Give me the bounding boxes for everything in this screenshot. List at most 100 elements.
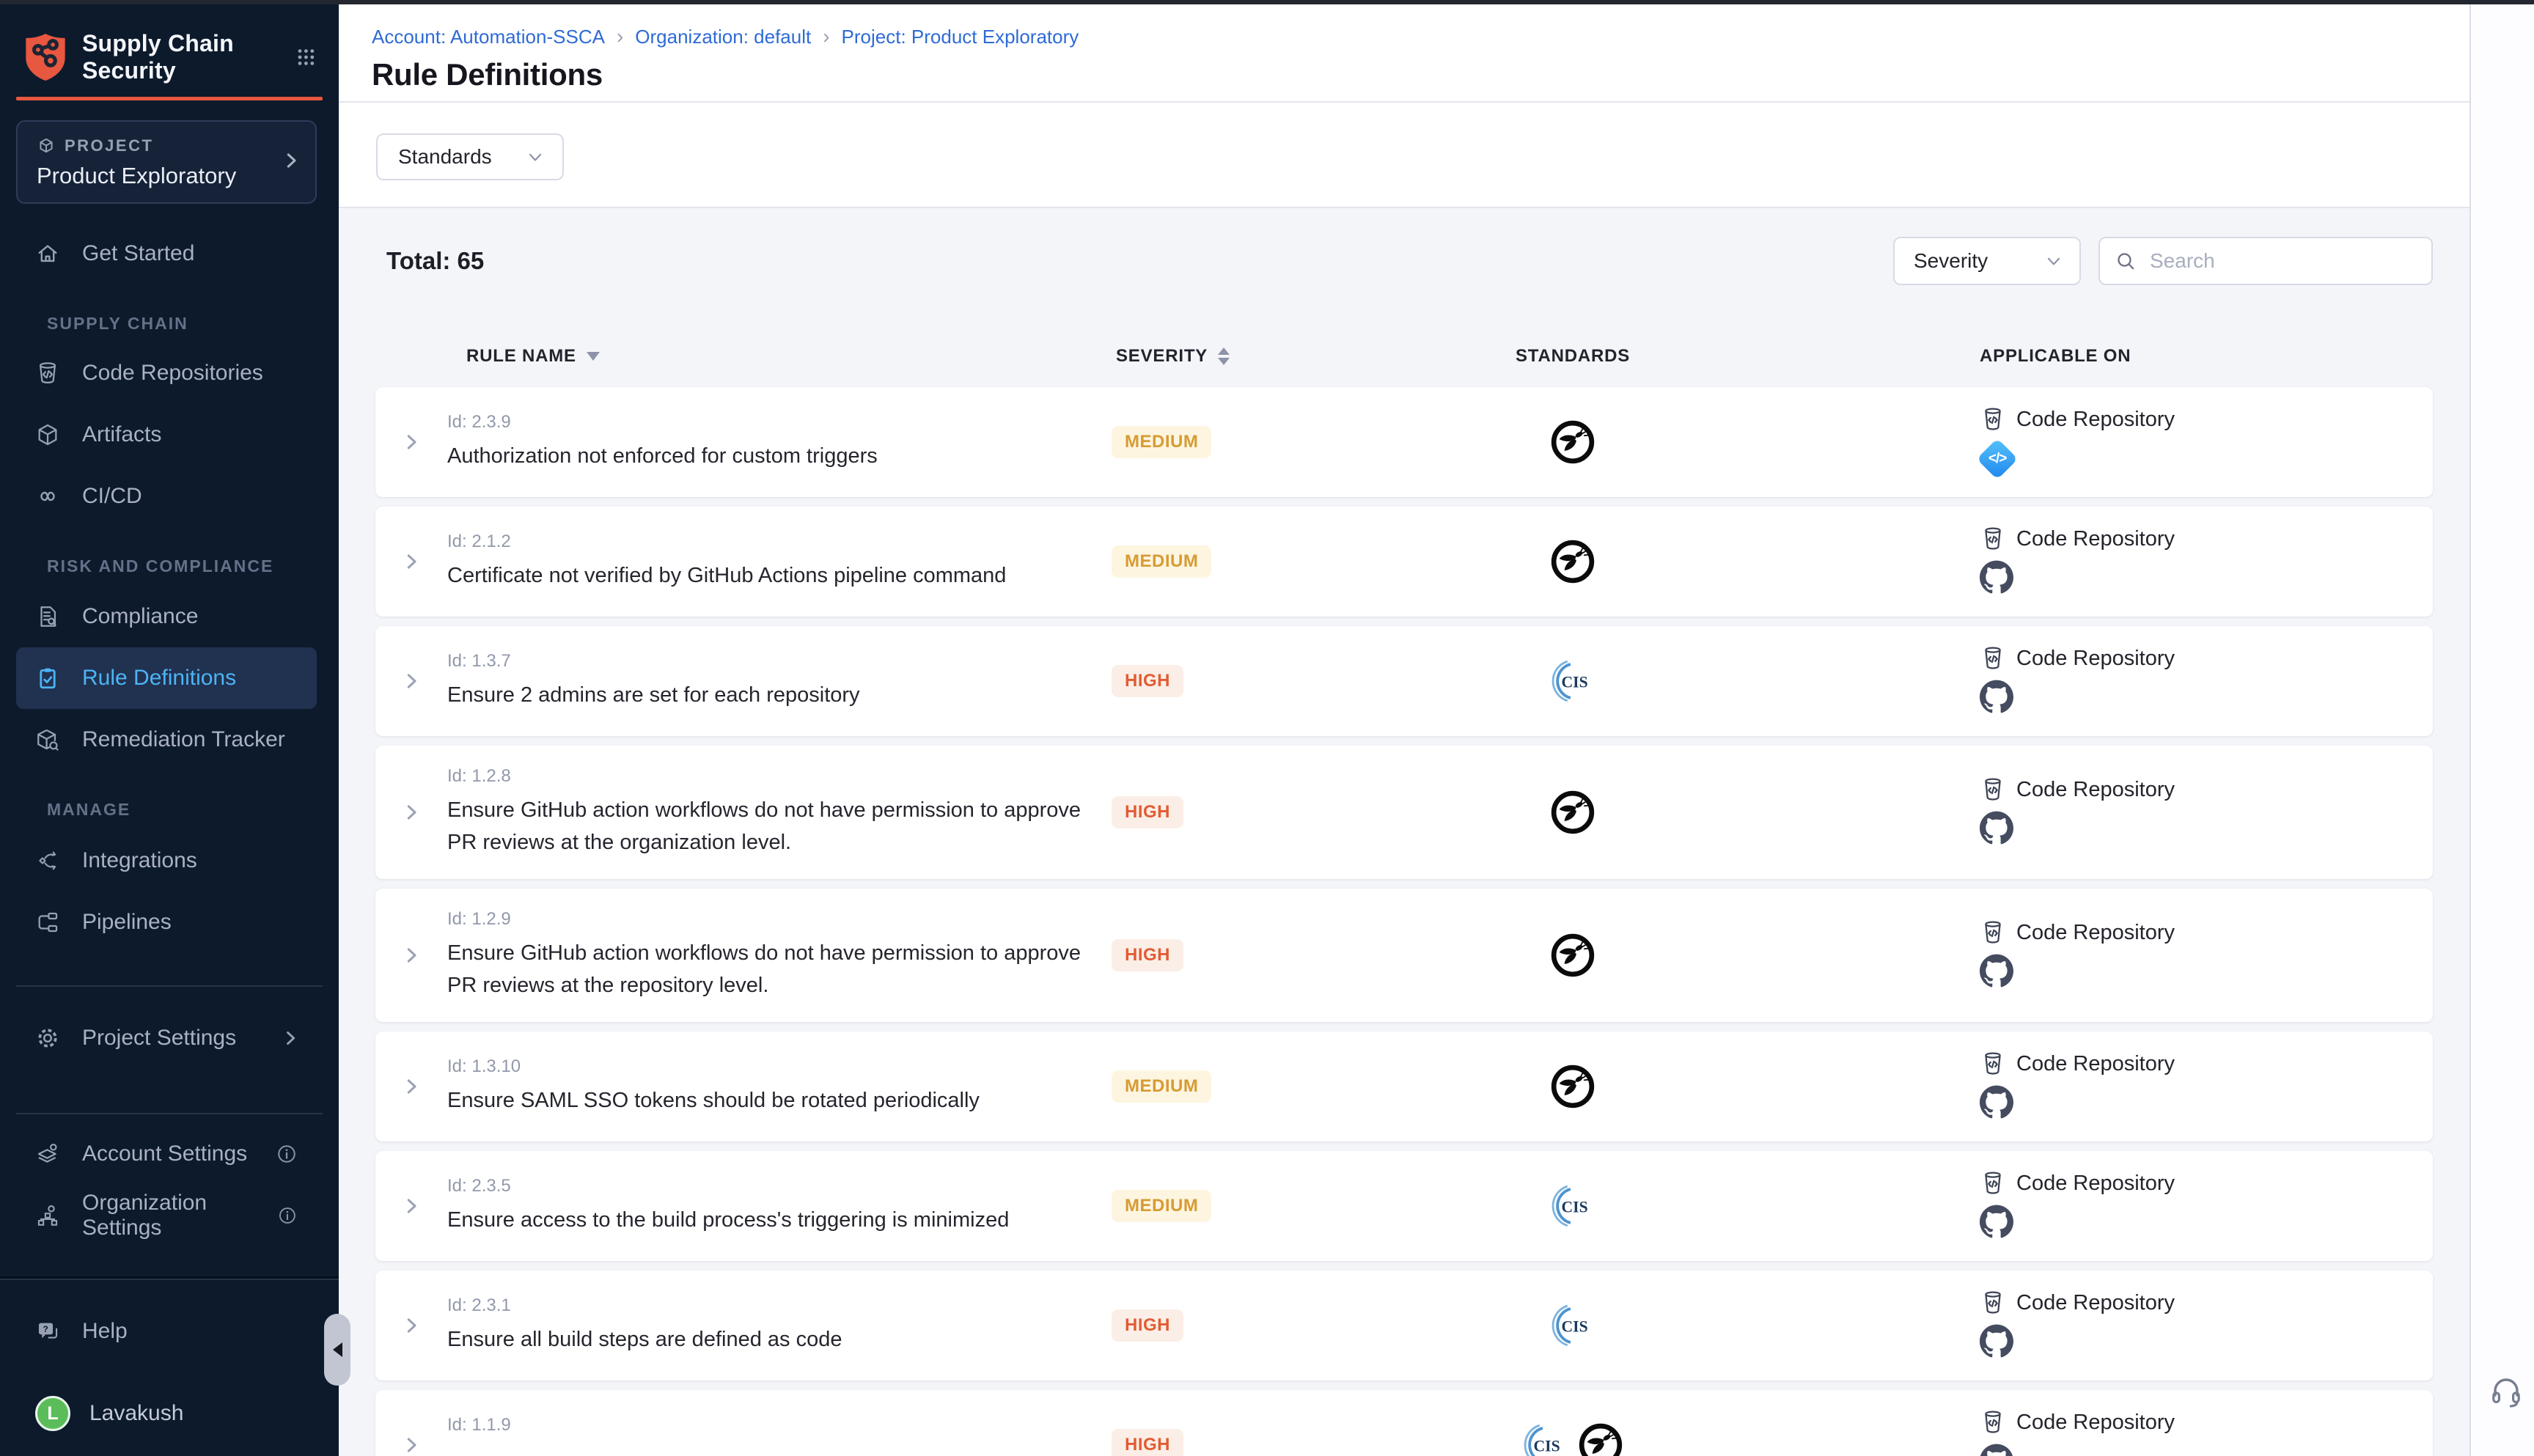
table-row[interactable]: Id: 2.3.9 Authorization not enforced for… (375, 387, 2433, 497)
search-input[interactable] (2150, 249, 2417, 273)
column-severity[interactable]: SEVERITY (1112, 346, 1419, 367)
github-icon (1980, 560, 2013, 598)
rule-name: Ensure GitHub action workflows do not ha… (447, 794, 1085, 858)
table-row[interactable]: Id: 2.3.5 Ensure access to the build pro… (375, 1151, 2433, 1261)
severity-badge: MEDIUM (1112, 1070, 1211, 1103)
support-headset-icon[interactable] (2489, 1374, 2524, 1409)
rule-id: Id: 2.3.9 (447, 412, 1112, 433)
code-repository-icon (1980, 919, 2006, 946)
table-row[interactable]: Id: 1.3.7 Ensure 2 admins are set for ea… (375, 626, 2433, 736)
sidebar-item-help[interactable]: Help (16, 1301, 317, 1362)
table-row[interactable]: Id: 2.1.2 Certificate not verified by Gi… (375, 507, 2433, 617)
document-search-icon (35, 604, 60, 629)
sort-desc-icon (587, 352, 600, 361)
module-grid-icon[interactable] (295, 45, 317, 70)
chevron-right-icon (280, 1028, 301, 1048)
sidebar-item-label: CI/CD (82, 484, 142, 509)
sidebar-item-pipelines[interactable]: Pipelines (16, 891, 317, 953)
severity-badge: HIGH (1112, 665, 1183, 697)
column-rule-name[interactable]: RULE NAME (447, 346, 1112, 367)
sidebar-item-artifacts[interactable]: Artifacts (16, 404, 317, 466)
column-standards: STANDARDS (1419, 346, 1727, 367)
sidebar-item-code-repositories[interactable]: Code Repositories (16, 342, 317, 404)
rule-name: Ensure SAML SSO tokens should be rotated… (447, 1084, 1085, 1117)
sidebar-item-account-settings[interactable]: Account Settings (16, 1123, 317, 1185)
row-expander[interactable] (375, 670, 447, 692)
table-row[interactable]: Id: 1.2.9 Ensure GitHub action workflows… (375, 889, 2433, 1022)
breadcrumb-account[interactable]: Account: Automation-SSCA (372, 26, 605, 48)
section-risk-compliance: RISK AND COMPLIANCE (47, 555, 273, 577)
sidebar-item-label: Compliance (82, 604, 198, 629)
column-label: APPLICABLE ON (1980, 346, 2131, 367)
sidebar-item-get-started[interactable]: Get Started (16, 223, 317, 284)
project-selector[interactable]: PROJECT Product Exploratory (16, 120, 317, 204)
sidebar-item-rule-definitions[interactable]: Rule Definitions (16, 647, 317, 709)
severity-dropdown-label: Severity (1914, 249, 1988, 273)
severity-cell: MEDIUM (1112, 545, 1419, 578)
info-icon[interactable] (277, 1205, 298, 1227)
applicable-label: Code Repository (2016, 1411, 2175, 1435)
rule-id: Id: 2.3.5 (447, 1176, 1112, 1196)
sidebar-item-label: Help (82, 1319, 128, 1344)
row-expander[interactable] (375, 1195, 447, 1217)
total-count: Total: 65 (386, 235, 484, 287)
divider (16, 1113, 323, 1114)
chevron-right-icon (400, 670, 422, 692)
standards-dropdown[interactable]: Standards (376, 133, 564, 180)
layers-gear-icon (35, 1141, 60, 1166)
project-cube-icon (37, 136, 56, 155)
sidebar-item-organization-settings[interactable]: Organization Settings (16, 1185, 317, 1246)
collapse-left-icon (333, 1342, 342, 1357)
sidebar-item-project-settings[interactable]: Project Settings (16, 1007, 317, 1069)
table-row[interactable]: Id: 2.3.1 Ensure all build steps are def… (375, 1271, 2433, 1380)
row-expander[interactable] (375, 1076, 447, 1097)
sidebar-collapse-handle[interactable] (324, 1314, 350, 1386)
row-expander[interactable] (375, 801, 447, 823)
box-tag-icon (35, 727, 60, 752)
sidebar-item-remediation-tracker[interactable]: Remediation Tracker (16, 709, 317, 771)
rules-list: Id: 2.3.9 Authorization not enforced for… (375, 387, 2433, 1456)
severity-dropdown[interactable]: Severity (1893, 237, 2081, 285)
integrations-share-icon (35, 848, 60, 873)
row-expander[interactable] (375, 431, 447, 453)
applicable-label: Code Repository (2016, 1172, 2175, 1196)
github-icon (1980, 811, 2013, 848)
sidebar-item-label: Organization Settings (82, 1191, 277, 1240)
applicable-on-cell: Code Repository (1727, 1170, 2433, 1242)
app-logo-row: Supply Chain Security (22, 23, 317, 91)
sidebar-item-label: Rule Definitions (82, 666, 236, 691)
breadcrumb-project[interactable]: Project: Product Exploratory (842, 26, 1079, 48)
severity-badge: HIGH (1112, 796, 1183, 828)
info-icon[interactable] (276, 1143, 298, 1165)
table-row[interactable]: Id: 1.2.8 Ensure GitHub action workflows… (375, 746, 2433, 879)
rule-id: Id: 1.2.9 (447, 909, 1112, 930)
rule-id: Id: 1.2.8 (447, 766, 1112, 787)
rule-name: Ensure access to the build process's tri… (447, 1204, 1085, 1236)
supply-chain-security-logo-icon (22, 31, 69, 84)
provider-slot (1980, 1323, 2433, 1361)
github-icon (1980, 1085, 2013, 1122)
sidebar-item-cicd[interactable]: CI/CD (16, 466, 317, 527)
chevron-down-icon (2044, 251, 2063, 271)
rule-name: Authorization not enforced for custom tr… (447, 440, 1085, 472)
chevron-right-icon (400, 1076, 422, 1097)
user-menu[interactable]: L Lavakush (16, 1383, 317, 1444)
table-toolbar: Total: 65 Severity (339, 235, 2469, 287)
table-row[interactable]: Id: 1.1.9 HIGH Code Repository (375, 1390, 2433, 1456)
chevron-down-icon (526, 147, 545, 166)
rule-name: Ensure all build steps are defined as co… (447, 1323, 1085, 1356)
sidebar-item-compliance[interactable]: Compliance (16, 586, 317, 647)
row-expander[interactable] (375, 944, 447, 966)
applicable-on-cell: Code Repository (1727, 1409, 2433, 1456)
breadcrumb-separator: › (617, 25, 623, 48)
severity-badge: MEDIUM (1112, 1190, 1211, 1222)
breadcrumb-organization[interactable]: Organization: default (635, 26, 811, 48)
table-row[interactable]: Id: 1.3.10 Ensure SAML SSO tokens should… (375, 1032, 2433, 1141)
chevron-right-icon (400, 431, 422, 453)
row-expander[interactable] (375, 551, 447, 573)
sidebar-item-integrations[interactable]: Integrations (16, 830, 317, 891)
row-expander[interactable] (375, 1434, 447, 1456)
filter-bar: Standards (339, 103, 2469, 208)
cis-standard-icon (1550, 1183, 1595, 1229)
row-expander[interactable] (375, 1315, 447, 1336)
